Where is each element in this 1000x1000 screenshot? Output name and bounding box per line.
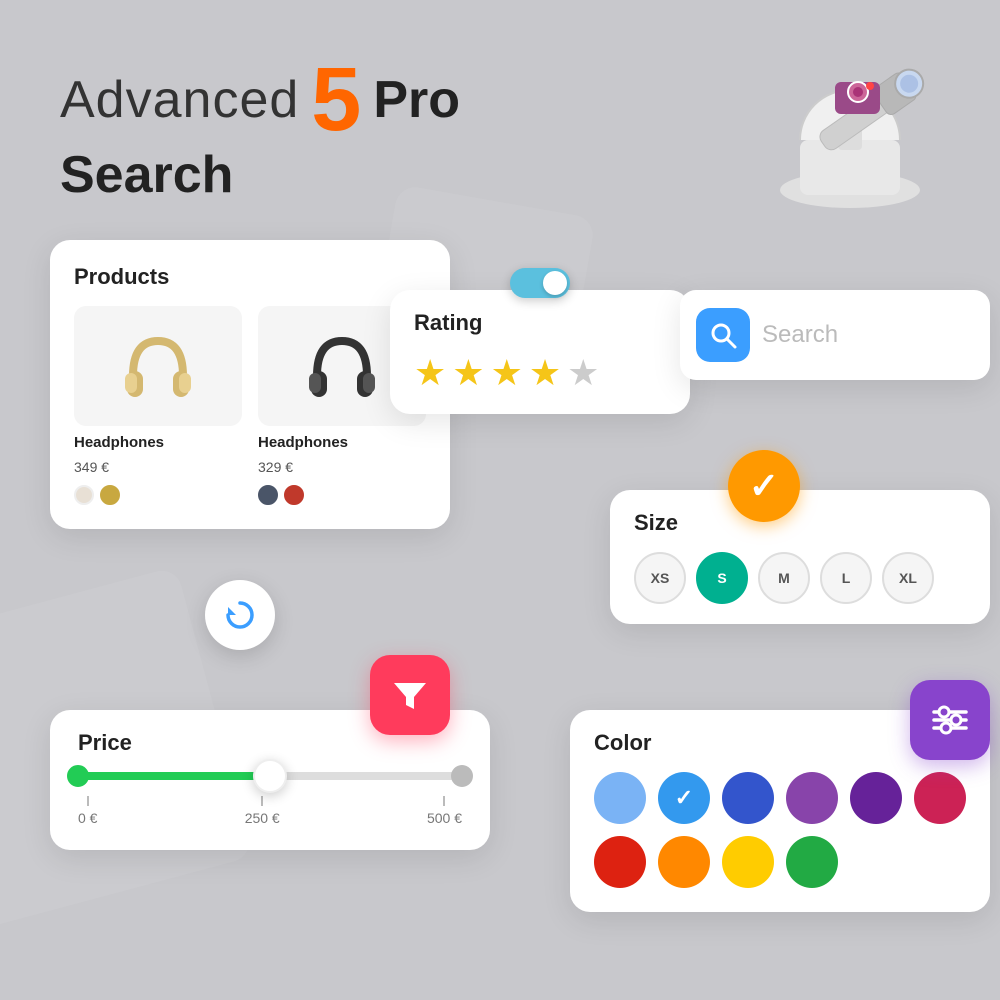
star-4[interactable]: ★ [529, 352, 561, 394]
tick-line [261, 796, 263, 806]
color-dot[interactable] [284, 485, 304, 505]
product-image-1 [74, 306, 242, 426]
slider-fill [78, 772, 270, 780]
color-circle-8[interactable] [722, 836, 774, 888]
color-circle-0[interactable] [594, 772, 646, 824]
product-price-1: 349 € [74, 459, 242, 475]
price-mid: 250 € [245, 796, 280, 826]
slider-thumb-max [451, 765, 473, 787]
color-circle-1[interactable] [658, 772, 710, 824]
products-title: Products [74, 264, 426, 290]
color-dot[interactable] [258, 485, 278, 505]
search-icon [708, 320, 738, 350]
filter-button[interactable] [370, 655, 450, 735]
product-name-1: Headphones [74, 434, 242, 451]
refresh-button[interactable] [205, 580, 275, 650]
telescope-image [750, 20, 950, 220]
color-circle-5[interactable] [914, 772, 966, 824]
title-search: Search [60, 146, 233, 204]
toggle-switch[interactable] [510, 268, 570, 298]
price-mid-label: 250 € [245, 810, 280, 826]
refresh-icon [222, 597, 258, 633]
products-grid: Headphones 349 € Headphones 329 € [74, 306, 426, 505]
color-circle-3[interactable] [786, 772, 838, 824]
color-grid [594, 772, 966, 888]
price-min: 0 € [78, 796, 97, 826]
rating-card: Rating ★ ★ ★ ★ ★ [390, 290, 690, 414]
slider-thumb-mid[interactable] [253, 759, 287, 793]
title-number: 5 [311, 55, 361, 145]
size-title: Size [634, 510, 966, 536]
settings-icon [928, 698, 972, 742]
star-1[interactable]: ★ [414, 352, 446, 394]
stars-container: ★ ★ ★ ★ ★ [414, 352, 666, 394]
product-item-1: Headphones 349 € [74, 306, 242, 505]
star-5[interactable]: ★ [567, 352, 599, 394]
size-l[interactable]: L [820, 552, 872, 604]
price-max-label: 500 € [427, 810, 462, 826]
size-xs[interactable]: XS [634, 552, 686, 604]
checkmark-icon: ✓ [749, 465, 779, 507]
price-slider-area: 0 € 250 € 500 € [78, 772, 462, 826]
slider-thumb-min[interactable] [67, 765, 89, 787]
search-icon-box [696, 308, 750, 362]
settings-button[interactable] [910, 680, 990, 760]
size-xl[interactable]: XL [882, 552, 934, 604]
star-2[interactable]: ★ [452, 352, 484, 394]
search-placeholder[interactable]: Search [762, 321, 838, 349]
product-price-2: 329 € [258, 459, 426, 475]
size-m[interactable]: M [758, 552, 810, 604]
tick-line [87, 796, 89, 806]
color-circle-7[interactable] [658, 836, 710, 888]
price-min-label: 0 € [78, 810, 97, 826]
product-name-2: Headphones [258, 434, 426, 451]
color-circle-4[interactable] [850, 772, 902, 824]
price-max: 500 € [427, 796, 462, 826]
product-colors-1 [74, 485, 242, 505]
rating-title: Rating [414, 310, 666, 336]
color-circle-6[interactable] [594, 836, 646, 888]
toggle-circle [543, 271, 567, 295]
title-advanced: Advanced [60, 70, 299, 130]
star-3[interactable]: ★ [491, 352, 523, 394]
size-s[interactable]: S [696, 552, 748, 604]
color-dot[interactable] [100, 485, 120, 505]
color-circle-9[interactable] [786, 836, 838, 888]
search-card: Search [680, 290, 990, 380]
size-options: XS S M L XL [634, 552, 966, 604]
checkmark-bubble[interactable]: ✓ [728, 450, 800, 522]
color-dot[interactable] [74, 485, 94, 505]
product-colors-2 [258, 485, 426, 505]
size-card: Size XS S M L XL [610, 490, 990, 624]
price-labels: 0 € 250 € 500 € [78, 796, 462, 826]
title-pro: Pro [373, 70, 460, 130]
filter-icon [388, 673, 432, 717]
tick-line [443, 796, 445, 806]
color-circle-2[interactable] [722, 772, 774, 824]
title-area: Advanced 5 Pro Search [60, 55, 460, 205]
slider-track [78, 772, 462, 780]
